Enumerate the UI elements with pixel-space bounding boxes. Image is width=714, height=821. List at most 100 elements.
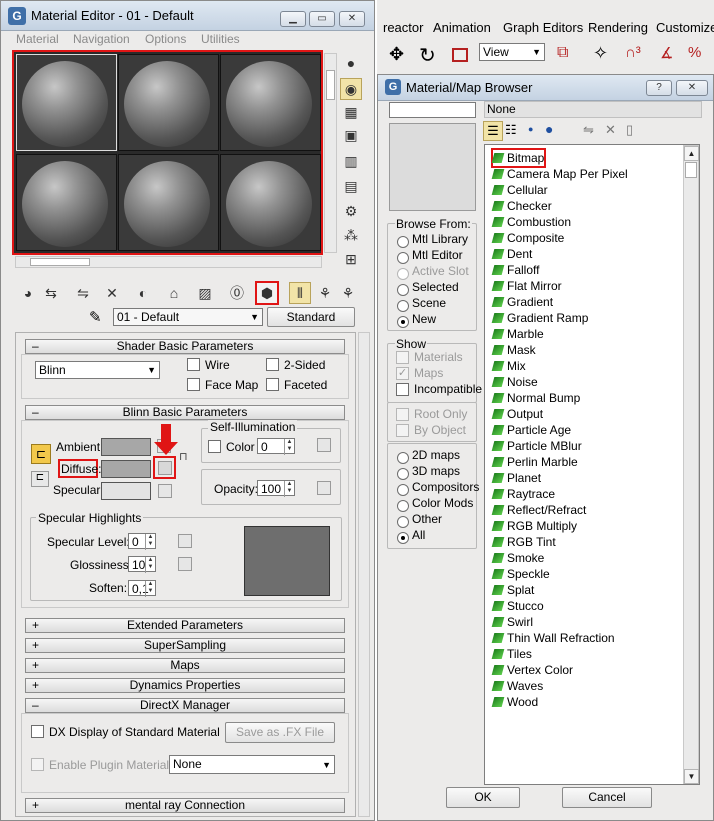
specular-map-button[interactable]: [158, 484, 172, 498]
spinner[interactable]: ▲ ▼: [145, 557, 155, 573]
map-list-item[interactable]: Mix: [491, 358, 526, 374]
map-list-item[interactable]: Vertex Color: [491, 662, 573, 678]
opacity-field[interactable]: 100 ▲ ▼: [257, 480, 295, 497]
select-manipulate-icon[interactable]: ✧: [593, 43, 608, 64]
material-id-icon[interactable]: ⓪: [227, 283, 247, 303]
menu-reactor[interactable]: reactor: [383, 20, 423, 35]
map-list-item[interactable]: Raytrace: [491, 486, 555, 502]
assign-material-icon[interactable]: ⇋: [73, 283, 93, 303]
ok-button[interactable]: OK: [446, 787, 520, 808]
map-list-item[interactable]: Flat Mirror: [491, 278, 562, 294]
eyedropper-icon[interactable]: ✎: [89, 308, 102, 326]
root-only-checkbox[interactable]: [396, 408, 409, 421]
map-list-item[interactable]: Camera Map Per Pixel: [491, 166, 628, 182]
make-preview-icon[interactable]: ▤: [341, 176, 361, 196]
map-list-item[interactable]: Waves: [491, 678, 543, 694]
minimize-button[interactable]: ▁: [280, 11, 306, 27]
map-list-item[interactable]: Normal Bump: [491, 390, 580, 406]
map-list-item[interactable]: Planet: [491, 470, 541, 486]
copy-material-icon[interactable]: ◐: [133, 283, 153, 303]
clear-library-icon[interactable]: ▯: [626, 122, 633, 138]
scroll-thumb[interactable]: [326, 70, 335, 100]
menu-material[interactable]: Material: [16, 32, 59, 46]
restore-button[interactable]: ▭: [309, 11, 335, 27]
map-list-item[interactable]: RGB Multiply: [491, 518, 577, 534]
map-list-item[interactable]: Falloff: [491, 262, 539, 278]
dx-display-checkbox[interactable]: [31, 725, 44, 738]
map-list[interactable]: Bitmap Camera Map Per Pixel Cellular Checke…: [484, 144, 700, 785]
specular-color-swatch[interactable]: [101, 482, 151, 500]
help-button[interactable]: ?: [646, 80, 672, 96]
scene-radio[interactable]: [397, 300, 409, 312]
map-list-item[interactable]: Thin Wall Refraction: [491, 630, 615, 646]
map-list-item[interactable]: Tiles: [491, 646, 532, 662]
show-map-in-viewport-icon[interactable]: ⬢: [255, 281, 279, 305]
slots-vscroll[interactable]: [324, 53, 337, 253]
map-list-item[interactable]: Swirl: [491, 614, 533, 630]
diffuse-color-swatch[interactable]: [101, 460, 151, 478]
plugin-dropdown[interactable]: None ▼: [169, 755, 335, 774]
angle-snap-icon[interactable]: ∡: [660, 44, 673, 62]
dynamics-rollout[interactable]: + Dynamics Properties: [25, 678, 345, 693]
map-list-item[interactable]: Splat: [491, 582, 534, 598]
material-navigator-icon[interactable]: ⊞: [341, 249, 361, 269]
self-illum-color-checkbox[interactable]: [208, 440, 221, 453]
scroll-down-icon[interactable]: ▼: [684, 769, 699, 784]
new-radio[interactable]: [397, 316, 409, 328]
mtl-editor-radio[interactable]: [397, 252, 409, 264]
directx-rollout[interactable]: – DirectX Manager: [25, 698, 345, 713]
show-end-result-icon[interactable]: ⫴: [289, 282, 311, 304]
face-map-checkbox[interactable]: [187, 378, 200, 391]
extended-params-rollout[interactable]: + Extended Parameters: [25, 618, 345, 633]
sample-type-icon[interactable]: ●: [341, 53, 361, 73]
cancel-button[interactable]: Cancel: [562, 787, 652, 808]
map-list-item[interactable]: Output: [491, 406, 543, 422]
glossiness-map-button[interactable]: [178, 557, 192, 571]
sample-uv-tiling-icon[interactable]: ▣: [341, 125, 361, 145]
reference-coord-dropdown[interactable]: View ▼: [479, 43, 545, 61]
map-list-item[interactable]: Perlin Marble: [491, 454, 578, 470]
sample-slot[interactable]: [16, 154, 117, 251]
map-list-item[interactable]: Reflect/Refract: [491, 502, 586, 518]
delete-from-library-icon[interactable]: ✕: [605, 122, 616, 138]
materials-checkbox[interactable]: [396, 351, 409, 364]
map-list-item[interactable]: Gradient Ramp: [491, 310, 588, 326]
scale-icon[interactable]: [452, 48, 468, 62]
all-radio[interactable]: [397, 532, 409, 544]
rotate-icon[interactable]: ↻: [419, 43, 436, 68]
map-list-scrollbar[interactable]: ▲ ▼: [683, 145, 699, 784]
menu-graph-editors[interactable]: Graph Editors: [503, 20, 583, 35]
active-slot-radio[interactable]: [397, 268, 409, 280]
go-to-parent-icon[interactable]: ⚘: [315, 283, 335, 303]
map-list-item[interactable]: Composite: [491, 230, 564, 246]
material-name-dropdown[interactable]: 01 - Default ▼: [113, 308, 263, 326]
view-small-icons-icon[interactable]: ●: [528, 124, 533, 134]
map-list-item[interactable]: Cellular: [491, 182, 548, 198]
menu-rendering[interactable]: Rendering: [588, 20, 648, 35]
map-list-item[interactable]: RGB Tint: [491, 534, 556, 550]
sample-slot[interactable]: [220, 154, 321, 251]
mental-ray-rollout[interactable]: + mental ray Connection: [25, 798, 345, 813]
backlight-icon[interactable]: ◉: [340, 78, 362, 100]
map-list-item[interactable]: Marble: [491, 326, 544, 342]
percent-snap-icon[interactable]: %: [688, 44, 701, 61]
spinner[interactable]: ▲ ▼: [145, 581, 155, 597]
wire-checkbox[interactable]: [187, 358, 200, 371]
lock-icon[interactable]: ⊓: [179, 450, 188, 463]
menu-animation[interactable]: Animation: [433, 20, 491, 35]
sample-slot[interactable]: [118, 54, 219, 151]
soften-field[interactable]: 0,1 ▲ ▼: [128, 580, 156, 597]
make-unique-icon[interactable]: ⌂: [164, 283, 184, 303]
menu-customize[interactable]: Customize: [656, 20, 714, 35]
put-to-scene-icon[interactable]: ⇆: [41, 283, 61, 303]
view-large-icons-icon[interactable]: ●: [545, 121, 553, 137]
lock-diffuse-specular-icon[interactable]: ⊏: [31, 471, 49, 487]
incompatible-checkbox[interactable]: [396, 383, 409, 396]
diffuse-map-button[interactable]: [158, 461, 172, 475]
scroll-thumb[interactable]: [30, 258, 90, 266]
map-list-item[interactable]: Noise: [491, 374, 538, 390]
go-forward-sibling-icon[interactable]: ⚘: [338, 283, 358, 303]
map-list-item[interactable]: Gradient: [491, 294, 553, 310]
by-object-checkbox[interactable]: [396, 424, 409, 437]
map-list-item[interactable]: Particle Age: [491, 422, 571, 438]
